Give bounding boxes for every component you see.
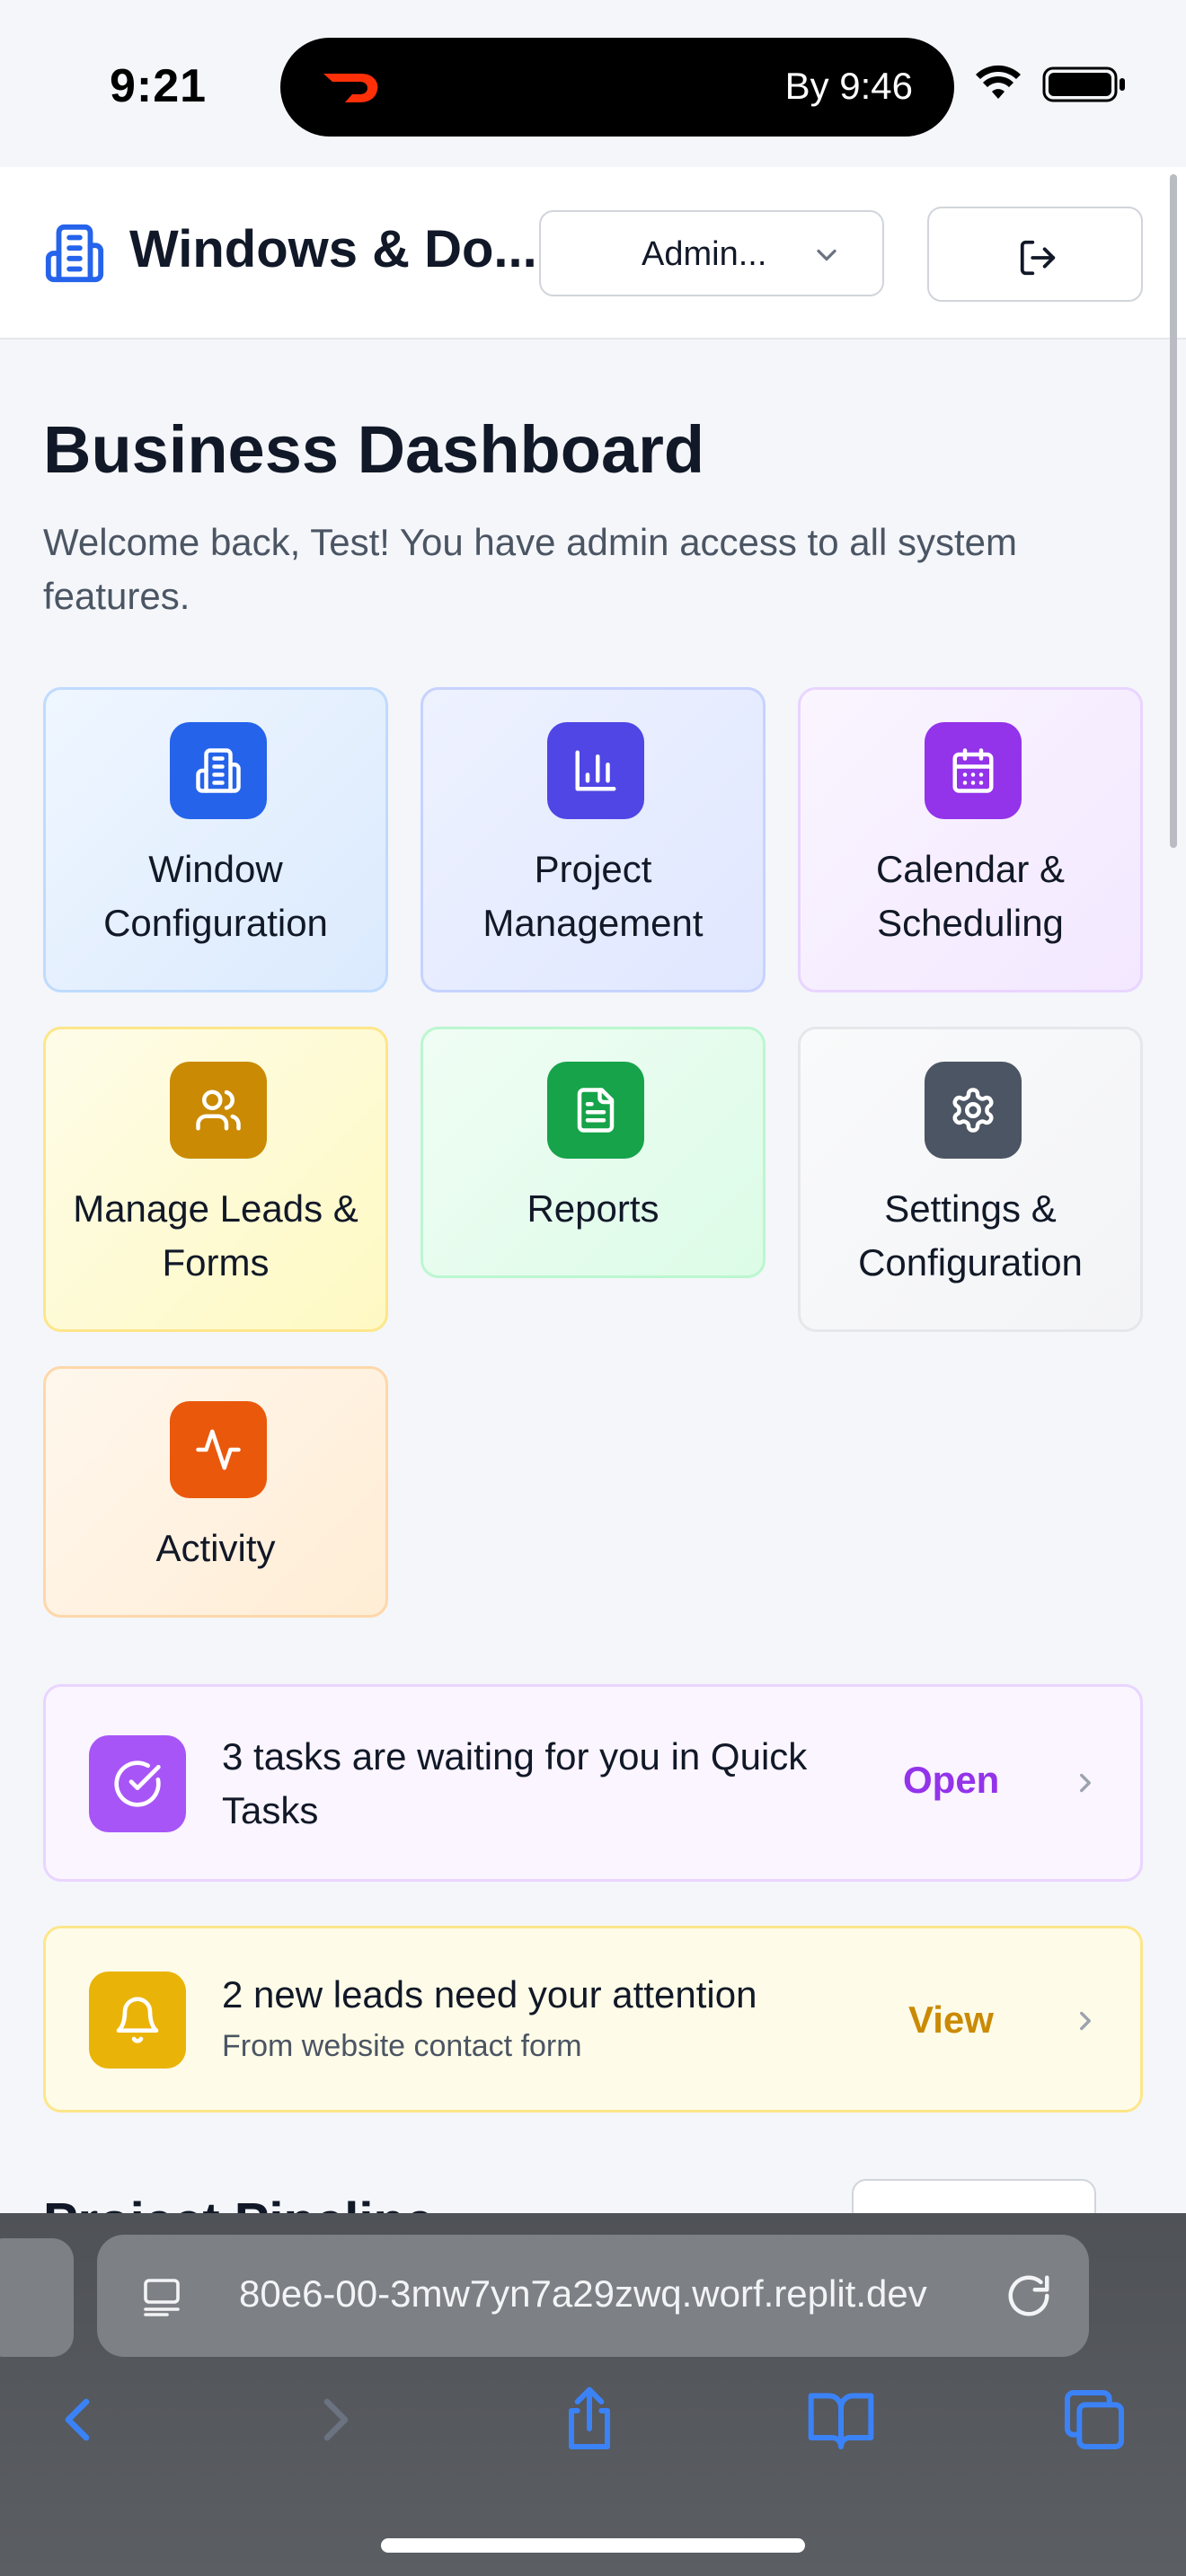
tile-label: Settings & Configuration bbox=[858, 1187, 1083, 1284]
tile-icon-box bbox=[547, 1062, 644, 1159]
status-bar: 9:21 By 9:46 bbox=[0, 0, 1186, 167]
users-icon bbox=[196, 1090, 241, 1131]
reader-icon[interactable] bbox=[140, 2274, 183, 2319]
status-time: 9:21 bbox=[110, 60, 208, 112]
tile-icon-box bbox=[547, 722, 644, 819]
tile-label: Activity bbox=[155, 1527, 276, 1569]
share-icon[interactable] bbox=[553, 2384, 625, 2456]
battery-icon bbox=[1042, 66, 1125, 102]
tile-label: Manage Leads & Forms bbox=[73, 1187, 358, 1284]
alert-icon-box bbox=[89, 1735, 186, 1832]
tile-settings-configuration[interactable]: Settings & Configuration bbox=[798, 1027, 1143, 1332]
tile-project-management[interactable]: Project Management bbox=[420, 687, 766, 992]
tile-activity[interactable]: Activity bbox=[43, 1366, 388, 1618]
reload-icon[interactable] bbox=[1005, 2271, 1053, 2321]
previous-tab[interactable] bbox=[0, 2238, 74, 2357]
alert-text: 3 tasks are waiting for you in Quick Tas… bbox=[222, 1735, 808, 1831]
logout-button[interactable] bbox=[927, 207, 1143, 302]
chevron-right-icon bbox=[1080, 1773, 1091, 1793]
tile-manage-leads-forms[interactable]: Manage Leads & Forms bbox=[43, 1027, 388, 1332]
chevron-down-icon bbox=[817, 249, 836, 261]
url-text: 80e6-00-3mw7yn7a29zwq.worf.replit.dev bbox=[239, 2272, 927, 2315]
gear-icon bbox=[952, 1088, 994, 1133]
alert-text: 2 new leads need your attention bbox=[222, 1973, 757, 2016]
open-tasks-link[interactable]: Open bbox=[903, 1759, 999, 1802]
chevron-right-icon bbox=[1080, 2011, 1091, 2031]
status-icons bbox=[976, 65, 1125, 102]
role-select[interactable]: Admin... bbox=[539, 210, 884, 296]
tile-calendar-scheduling[interactable]: Calendar & Scheduling bbox=[798, 687, 1143, 992]
tile-label: Reports bbox=[527, 1187, 659, 1230]
calendar-icon bbox=[952, 748, 994, 793]
tile-icon-box bbox=[170, 722, 267, 819]
tile-reports[interactable]: Reports bbox=[420, 1027, 766, 1278]
role-select-value: Admin... bbox=[642, 235, 767, 273]
dynamic-island[interactable]: By 9:46 bbox=[280, 38, 954, 137]
tile-icon-box bbox=[170, 1401, 267, 1498]
quick-tasks-alert[interactable]: 3 tasks are waiting for you in Quick Tas… bbox=[43, 1684, 1143, 1882]
app-header: Windows & Do... Admin... bbox=[0, 167, 1186, 340]
forward-icon[interactable] bbox=[300, 2384, 372, 2456]
bar-chart-icon bbox=[575, 750, 616, 791]
tabs-icon[interactable] bbox=[1058, 2384, 1130, 2456]
page-scrollbar[interactable] bbox=[1170, 174, 1177, 848]
welcome-message: Welcome back, Test! You have admin acces… bbox=[43, 521, 1017, 617]
tile-label: Window Configuration bbox=[103, 848, 328, 944]
new-leads-alert[interactable]: 2 new leads need your attention From web… bbox=[43, 1926, 1143, 2113]
building-icon bbox=[45, 224, 104, 283]
bookmarks-icon[interactable] bbox=[805, 2384, 877, 2456]
tile-label: Calendar & Scheduling bbox=[875, 848, 1066, 944]
back-icon[interactable] bbox=[41, 2384, 113, 2456]
wifi-icon bbox=[976, 65, 1021, 99]
tile-label: Project Management bbox=[482, 848, 704, 944]
tile-window-configuration[interactable]: Window Configuration bbox=[43, 687, 388, 992]
file-text-icon bbox=[577, 1088, 615, 1133]
live-activity-text: By 9:46 bbox=[784, 65, 913, 107]
doordash-logo bbox=[323, 74, 378, 102]
view-leads-link[interactable]: View bbox=[908, 1998, 994, 2042]
tile-icon-box bbox=[925, 1062, 1022, 1159]
logout-icon bbox=[1020, 240, 1056, 276]
tile-icon-box bbox=[170, 1062, 267, 1159]
bell-icon bbox=[116, 1997, 159, 2043]
alert-icon-box bbox=[89, 1972, 186, 2069]
activity-icon bbox=[196, 1429, 241, 1470]
building-icon bbox=[196, 748, 241, 793]
app-title: Windows & Do... bbox=[129, 220, 537, 278]
address-bar[interactable]: 80e6-00-3mw7yn7a29zwq.worf.replit.dev bbox=[97, 2235, 1089, 2357]
page-title: Business Dashboard bbox=[43, 412, 705, 487]
tile-icon-box bbox=[925, 722, 1022, 819]
alert-subtext: From website contact form bbox=[222, 2029, 582, 2063]
home-indicator[interactable] bbox=[381, 2538, 805, 2553]
check-circle-icon bbox=[114, 1760, 161, 1807]
browser-toolbar: 80e6-00-3mw7yn7a29zwq.worf.replit.dev bbox=[0, 2213, 1186, 2576]
